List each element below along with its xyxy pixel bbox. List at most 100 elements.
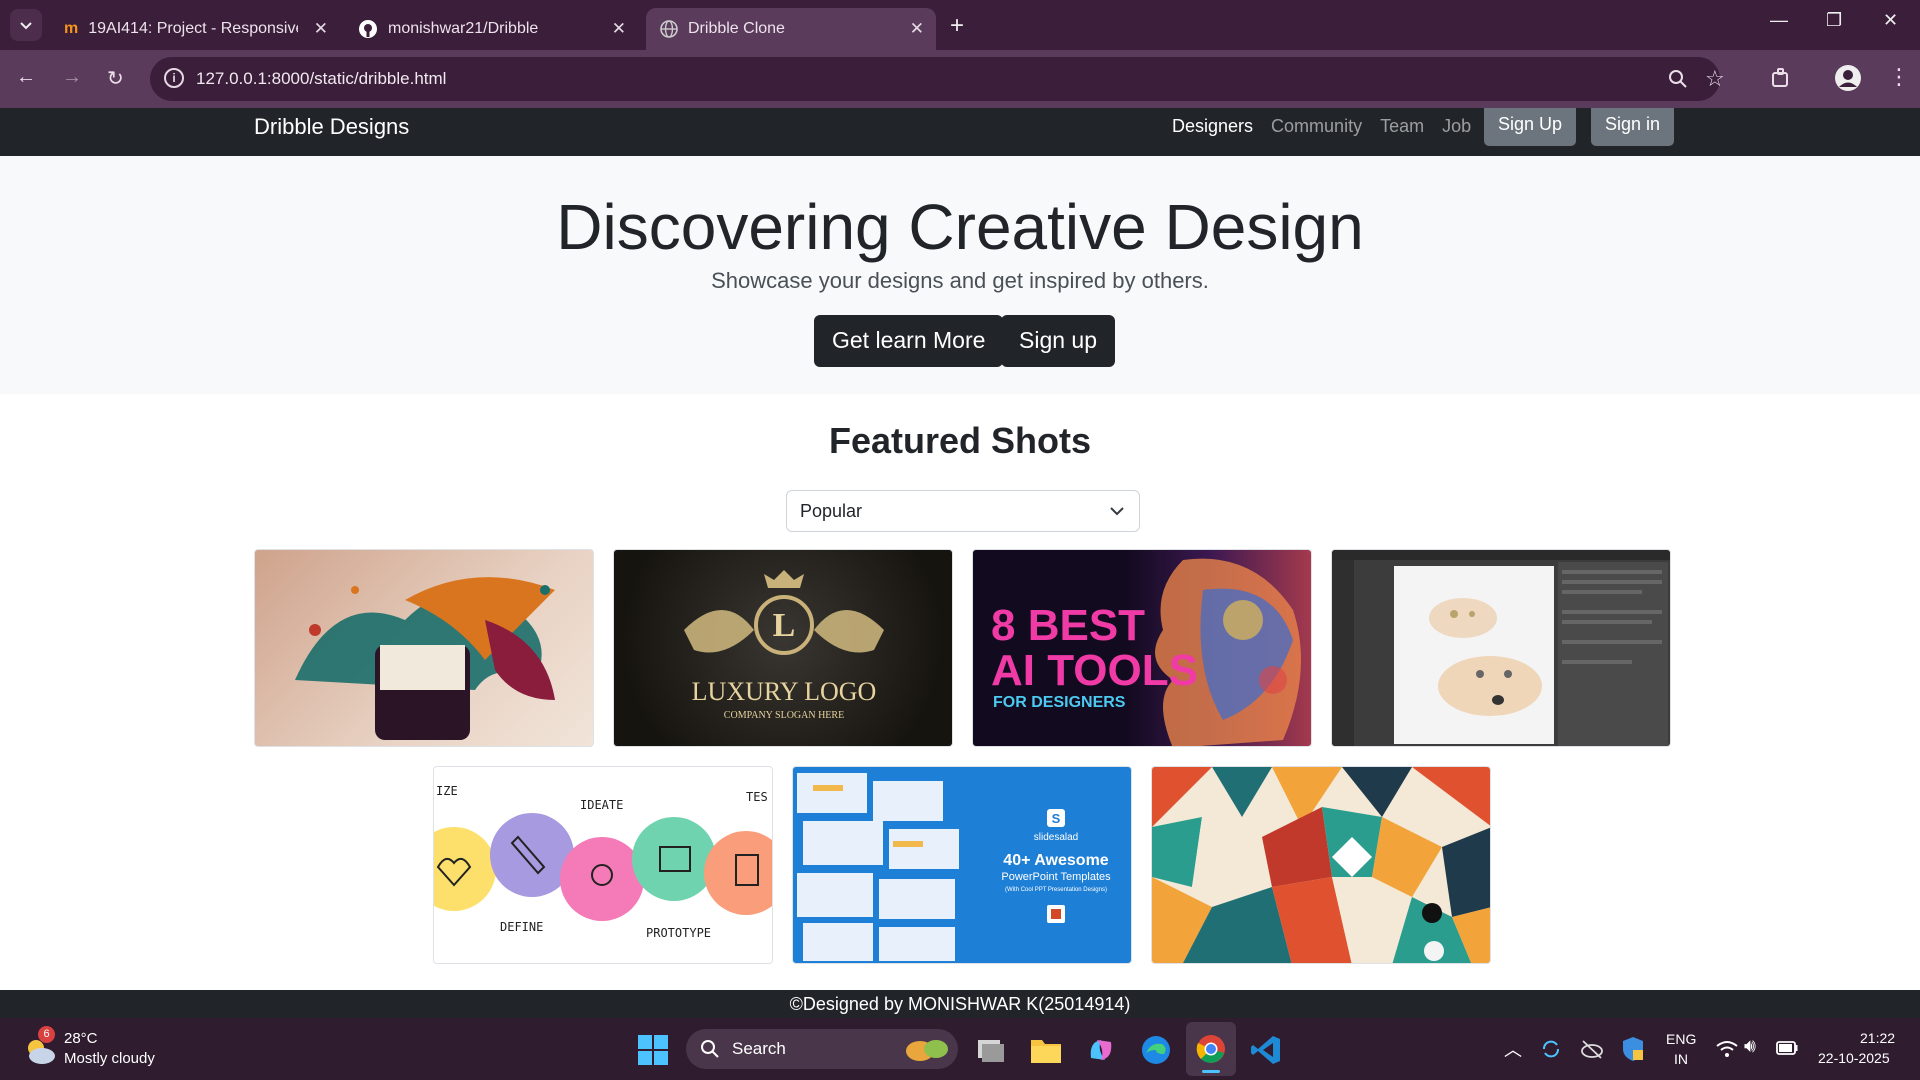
chevron-down-icon <box>20 22 32 30</box>
brand-logo[interactable]: Dribble Designs <box>254 114 409 140</box>
featured-title: Featured Shots <box>828 420 1092 461</box>
close-icon[interactable]: ✕ <box>910 19 924 39</box>
nav-link-community[interactable]: Community <box>1271 116 1362 137</box>
site-info-icon[interactable]: i <box>164 68 184 88</box>
restore-icon[interactable]: ❐ <box>1826 10 1842 31</box>
ai-tools-line3: FOR DESIGNERS <box>993 694 1126 711</box>
sync-icon[interactable] <box>1540 1038 1562 1060</box>
active-indicator <box>1202 1070 1220 1073</box>
taskbar-search-box[interactable]: Search <box>686 1029 958 1069</box>
learn-more-button[interactable]: Get learn More <box>814 315 1004 367</box>
shot-card-geometric[interactable] <box>1151 766 1491 964</box>
forward-arrow-icon[interactable]: → <box>62 66 82 89</box>
site-navbar: Dribble Designs Designers Community Team… <box>0 108 1920 156</box>
new-tab-button[interactable]: + <box>950 12 964 40</box>
slidesalad-note: (With Cool PPT Presentation Designs) <box>1005 887 1107 893</box>
wifi-icon[interactable] <box>1716 1040 1738 1058</box>
cloud-off-icon[interactable] <box>1580 1038 1604 1060</box>
shot-card-illustrator[interactable] <box>1331 549 1671 747</box>
tab-moodle[interactable]: m 19AI414: Project - Responsive W ✕ <box>50 8 340 50</box>
edge-icon[interactable] <box>1140 1034 1172 1066</box>
github-icon <box>359 20 377 38</box>
tray-overflow-icon[interactable]: ︿ <box>1504 1036 1522 1062</box>
clock-date[interactable]: 22-10-2025 <box>1818 1050 1890 1066</box>
task-view-icon[interactable] <box>976 1036 1006 1064</box>
chrome-taskbar-item[interactable] <box>1186 1022 1236 1076</box>
menu-kebab-icon[interactable]: ⋮ <box>1888 64 1910 90</box>
shot-image-ai-tools: 8 BEST AI TOOLS FOR DESIGNERS <box>991 558 1301 746</box>
windows-start-icon[interactable] <box>638 1035 668 1065</box>
language-in[interactable]: IN <box>1674 1051 1688 1067</box>
hero-title: Discovering Creative Design <box>556 191 1364 263</box>
url-text: 127.0.0.1:8000/static/dribble.html <box>196 69 447 88</box>
tab-title: 19AI414: Project - Responsive W <box>88 20 299 37</box>
nav-links: Designers Community Team Job <box>1172 116 1471 137</box>
hero-subtitle: Showcase your designs and get inspired b… <box>711 268 1209 293</box>
shot-image-geometric <box>1152 767 1490 963</box>
shot-image-slidesalad: S slidesalad 40+ Awesome PowerPoint Temp… <box>797 773 1111 961</box>
slidesalad-sub: PowerPoint Templates <box>1001 871 1111 883</box>
close-icon[interactable]: ✕ <box>314 19 328 39</box>
nav-signup-button[interactable]: Sign Up <box>1484 108 1577 146</box>
sort-select-value: Popular <box>800 501 863 521</box>
ideate-label: IDEATE <box>580 798 623 812</box>
tab-search-button[interactable] <box>10 9 42 41</box>
shot-image-paint-splash <box>295 577 555 740</box>
moodle-icon: m <box>64 20 79 37</box>
tab-title: Dribble Clone <box>688 20 785 37</box>
prototype-label: PROTOTYPE <box>646 926 711 940</box>
nav-link-team[interactable]: Team <box>1380 116 1424 137</box>
luxury-slogan-text: COMPANY SLOGAN HERE <box>724 710 844 721</box>
search-icon <box>701 1040 719 1058</box>
define-label: DEFINE <box>500 920 543 934</box>
address-bar[interactable]: i 127.0.0.1:8000/static/dribble.html ☆ <box>150 57 1725 101</box>
file-explorer-icon[interactable] <box>1030 1036 1062 1064</box>
chrome-icon <box>1196 1035 1225 1063</box>
volume-icon[interactable]: 🔊︎ <box>1744 1036 1756 1058</box>
vscode-icon[interactable] <box>1250 1034 1282 1066</box>
slidesalad-headline: 40+ Awesome <box>1003 852 1109 869</box>
back-arrow-icon[interactable]: ← <box>16 66 36 89</box>
hero-section: Discovering Creative Design Showcase you… <box>0 156 1920 394</box>
weather-desc: Mostly cloudy <box>64 1050 155 1067</box>
shot-card-design-thinking[interactable]: IDEATE DEFINE PROTOTYPE IZE TES <box>433 766 773 964</box>
test-label: TES <box>746 790 768 804</box>
shot-card-luxury-logo[interactable]: L LUXURY LOGO COMPANY SLOGAN HERE <box>613 549 953 747</box>
ai-tools-line1: 8 BEST <box>991 601 1145 650</box>
ai-tools-line2: AI TOOLS <box>991 646 1198 695</box>
close-icon[interactable]: ✕ <box>612 19 626 39</box>
luxury-logo-text: LUXURY LOGO <box>692 677 877 706</box>
shot-card-paint-splash[interactable] <box>254 549 594 747</box>
profile-avatar-icon[interactable] <box>1834 64 1862 92</box>
copilot-icon[interactable] <box>1085 1034 1117 1066</box>
nav-link-designers[interactable]: Designers <box>1172 116 1253 137</box>
weather-widget[interactable]: 6 28°C Mostly cloudy <box>18 1026 168 1072</box>
search-highlight-icon <box>906 1040 948 1061</box>
defender-icon[interactable] <box>1622 1036 1644 1062</box>
browser-tabstrip: m 19AI414: Project - Responsive W ✕ moni… <box>0 0 1920 50</box>
slidesalad-brand: slidesalad <box>1034 832 1078 843</box>
language-eng[interactable]: ENG <box>1666 1031 1696 1047</box>
svg-text:L: L <box>773 607 796 644</box>
tab-github[interactable]: monishwar21/Dribble ✕ <box>344 8 638 50</box>
tab-title: monishwar21/Dribble <box>388 20 539 37</box>
empathize-label: IZE <box>436 784 458 798</box>
nav-link-job[interactable]: Job <box>1442 116 1471 137</box>
zoom-icon[interactable] <box>1668 69 1688 89</box>
nav-signin-button[interactable]: Sign in <box>1591 108 1675 146</box>
shot-card-ai-tools[interactable]: 8 BEST AI TOOLS FOR DESIGNERS <box>972 549 1312 747</box>
page-viewport: Dribble Designs Designers Community Team… <box>0 108 1920 1018</box>
shot-card-slidesalad[interactable]: S slidesalad 40+ Awesome PowerPoint Temp… <box>792 766 1132 964</box>
battery-icon[interactable] <box>1776 1040 1798 1056</box>
minimize-icon[interactable]: — <box>1770 10 1788 31</box>
sort-select[interactable]: Popular <box>786 490 1140 532</box>
bookmark-star-icon[interactable]: ☆ <box>1705 66 1725 92</box>
page-footer: ©Designed by MONISHWAR K(25014914) <box>0 990 1920 1018</box>
clock-time[interactable]: 21:22 <box>1860 1030 1895 1046</box>
window-close-icon[interactable]: ✕ <box>1883 10 1898 31</box>
tab-dribble-clone[interactable]: Dribble Clone ✕ <box>646 8 936 50</box>
shot-image-design-thinking: IDEATE DEFINE PROTOTYPE IZE TES <box>434 784 772 940</box>
extensions-icon[interactable] <box>1770 67 1792 89</box>
reload-icon[interactable]: ↻ <box>107 66 124 91</box>
hero-signup-button[interactable]: Sign up <box>1001 315 1116 367</box>
